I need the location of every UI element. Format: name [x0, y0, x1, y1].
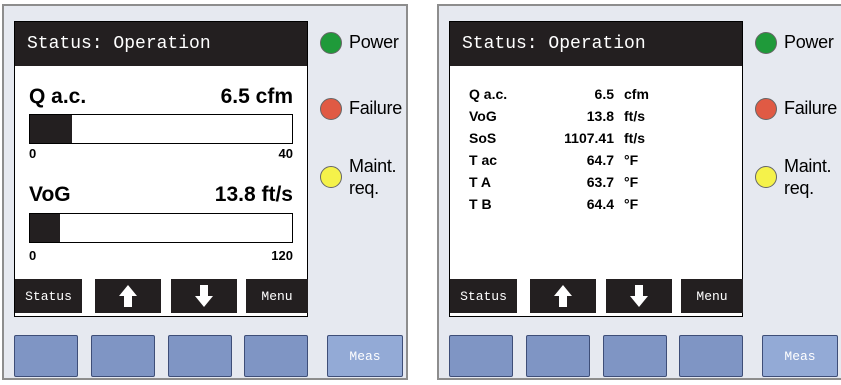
scale-min: 0: [29, 146, 37, 161]
down-arrow-icon: [195, 285, 213, 307]
row-unit: ft/s: [624, 108, 645, 124]
hardware-key-4[interactable]: [679, 335, 743, 377]
device-panel-left: Status: Operation Q a.c. 6.5 cfm 0 40 Vo…: [2, 4, 408, 380]
hardware-key-1[interactable]: [449, 335, 513, 377]
row-value: 63.7: [586, 174, 614, 190]
hardware-key-2[interactable]: [91, 335, 155, 377]
display-screen: Status: Operation Q a.c. 6.5 cfm 0 40 Vo…: [14, 21, 308, 317]
maintenance-led-icon: [755, 166, 777, 188]
row-unit: °F: [624, 174, 639, 190]
status-softkey[interactable]: Status: [450, 279, 517, 313]
row-value: 64.7: [586, 152, 614, 168]
row-value: 13.8: [586, 108, 614, 124]
power-label: Power: [784, 32, 834, 52]
scale-min: 0: [29, 248, 37, 263]
level-bar: [29, 213, 293, 243]
device-panel-right: Status: Operation Q a.c. 6.5 cfm VoG 13.…: [437, 4, 841, 380]
level-bar-fill: [30, 214, 61, 242]
row-label: T A: [469, 174, 492, 190]
failure-label: Failure: [784, 98, 837, 118]
row-unit: ft/s: [624, 130, 645, 146]
level-bar: [29, 114, 293, 144]
softkey-bar: Status Menu: [15, 276, 308, 316]
hardware-key-4[interactable]: [244, 335, 308, 377]
meas-key[interactable]: Meas: [327, 335, 403, 377]
display-screen: Status: Operation Q a.c. 6.5 cfm VoG 13.…: [449, 21, 743, 317]
maintenance-label-line1: Maint.: [784, 156, 832, 176]
row-label: T B: [469, 196, 492, 212]
hardware-key-3[interactable]: [168, 335, 232, 377]
measurement-label: VoG: [29, 183, 71, 206]
failure-label: Failure: [349, 98, 402, 118]
up-arrow-icon: [119, 285, 137, 307]
up-softkey[interactable]: [95, 279, 161, 313]
maintenance-led-icon: [320, 166, 342, 188]
row-label: T ac: [469, 152, 498, 168]
level-bar-fill: [30, 115, 72, 143]
row-value: 6.5: [594, 86, 614, 102]
screen-title: Status: Operation: [15, 22, 307, 66]
power-led-icon: [755, 32, 777, 54]
scale-max: 40: [278, 146, 293, 161]
down-arrow-icon: [630, 285, 648, 307]
hardware-key-3[interactable]: [603, 335, 667, 377]
down-softkey[interactable]: [171, 279, 237, 313]
menu-softkey[interactable]: Menu: [246, 279, 308, 313]
row-unit: °F: [624, 152, 639, 168]
menu-softkey[interactable]: Menu: [681, 279, 743, 313]
scale-max: 120: [271, 248, 293, 263]
up-arrow-icon: [554, 285, 572, 307]
screen-title: Status: Operation: [450, 22, 742, 66]
hardware-key-1[interactable]: [14, 335, 78, 377]
measurement-label: Q a.c.: [29, 85, 87, 108]
row-unit: cfm: [624, 86, 649, 102]
measurement-value: 6.5 cfm: [220, 85, 293, 108]
measurement-value: 13.8 ft/s: [214, 183, 293, 206]
up-softkey[interactable]: [530, 279, 596, 313]
maintenance-label-line2: req.: [349, 178, 379, 198]
maintenance-label-line1: Maint.: [349, 156, 397, 176]
status-softkey[interactable]: Status: [15, 279, 82, 313]
row-label: Q a.c.: [469, 86, 508, 102]
power-led-icon: [320, 32, 342, 54]
row-value: 64.4: [586, 196, 614, 212]
failure-led-icon: [320, 98, 342, 120]
row-label: VoG: [469, 108, 497, 124]
maintenance-label-line2: req.: [784, 178, 814, 198]
hardware-key-2[interactable]: [526, 335, 590, 377]
row-label: SoS: [469, 130, 497, 146]
meas-key[interactable]: Meas: [762, 335, 838, 377]
row-unit: °F: [624, 196, 639, 212]
softkey-bar: Status Menu: [450, 276, 743, 316]
failure-led-icon: [755, 98, 777, 120]
down-softkey[interactable]: [606, 279, 672, 313]
power-label: Power: [349, 32, 399, 52]
row-value: 1107.41: [564, 130, 614, 146]
